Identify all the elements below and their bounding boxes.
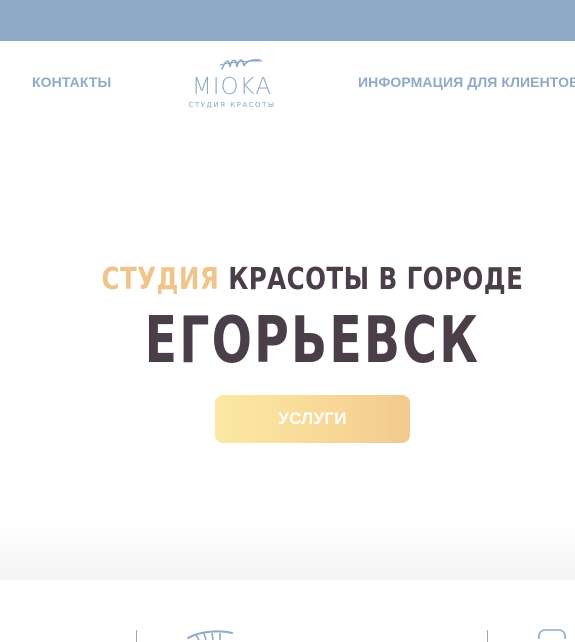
divider: [136, 630, 137, 642]
nav-contacts-link[interactable]: КОНТАКТЫ: [32, 74, 111, 90]
top-bar: [0, 0, 575, 41]
header-nav: КОНТАКТЫ MIOKA СТУДИЯ КРАСОТЫ ИНФОРМАЦИЯ…: [0, 41, 575, 123]
logo-wordmark: MIOKA: [191, 74, 273, 100]
nav-client-info-link[interactable]: ИНФОРМАЦИЯ ДЛЯ КЛИЕНТОВ: [358, 74, 575, 90]
hero-bottom-shadow: [0, 520, 575, 580]
divider: [487, 630, 488, 642]
features-strip: [0, 580, 575, 642]
hero-city-title: ЕГОРЬЕВСК: [144, 304, 481, 378]
hero-headline: СТУДИЯ КРАСОТЫ В ГОРОДЕ: [56, 262, 569, 298]
logo-tagline: СТУДИЯ КРАСОТЫ: [188, 101, 276, 109]
hero-headline-accent: СТУДИЯ: [101, 262, 220, 297]
services-button[interactable]: УСЛУГИ: [215, 395, 410, 443]
hero-headline-rest: КРАСОТЫ В ГОРОДЕ: [219, 262, 524, 297]
comb-icon: [187, 630, 233, 640]
logo[interactable]: MIOKA СТУДИЯ КРАСОТЫ: [182, 49, 282, 109]
